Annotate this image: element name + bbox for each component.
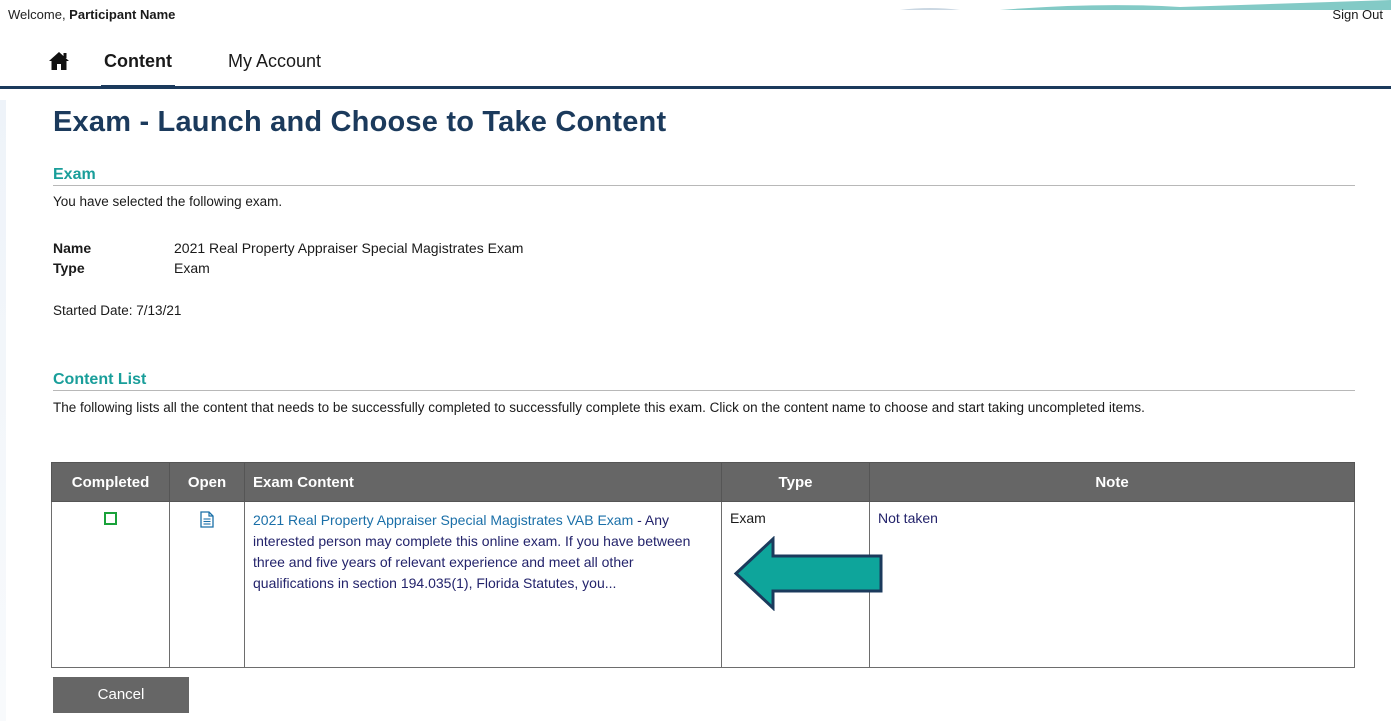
exam-section-heading: Exam [53,166,1355,186]
column-header-exam-content: Exam Content [244,462,722,502]
home-icon[interactable] [48,51,70,71]
note-cell: Not taken [869,501,1355,668]
content-list-heading: Content List [53,371,1355,391]
completed-checkbox-icon [104,512,117,525]
participant-name: Participant Name [69,7,176,22]
table-header-row: Completed Open Exam Content Type Note [51,462,1355,502]
exam-type-label: Type [53,260,85,276]
exam-content-cell: 2021 Real Property Appraiser Special Mag… [244,501,722,668]
table-row: 2021 Real Property Appraiser Special Mag… [51,501,1355,668]
completed-cell [51,501,170,668]
tab-my-account[interactable]: My Account [228,51,321,72]
exam-intro-text: You have selected the following exam. [53,194,283,209]
document-icon[interactable] [200,511,214,528]
column-header-open: Open [169,462,245,502]
cancel-button[interactable]: Cancel [53,677,189,713]
column-header-type: Type [721,462,870,502]
tab-content[interactable]: Content [101,51,175,89]
welcome-prefix: Welcome, [8,7,70,22]
exam-type-value: Exam [174,260,210,276]
open-cell [169,501,245,668]
exam-content-link[interactable]: 2021 Real Property Appraiser Special Mag… [253,512,633,528]
page-title: Exam - Launch and Choose to Take Content [53,106,667,138]
content-list-description: The following lists all the content that… [53,400,1145,415]
main-nav: Content My Account [0,36,1391,89]
column-header-completed: Completed [51,462,170,502]
background-decoration [0,100,6,721]
started-date: Started Date: 7/13/21 [53,303,182,318]
column-header-note: Note [869,462,1355,502]
top-bar: Welcome, Participant Name Sign Out [0,0,1391,36]
left-arrow-icon [733,536,883,611]
content-table: Completed Open Exam Content Type Note 20… [51,462,1355,668]
exam-name-value: 2021 Real Property Appraiser Special Mag… [174,240,524,256]
sign-out-link[interactable]: Sign Out [1332,7,1383,22]
exam-name-label: Name [53,240,92,256]
welcome-message: Welcome, Participant Name [8,7,175,22]
